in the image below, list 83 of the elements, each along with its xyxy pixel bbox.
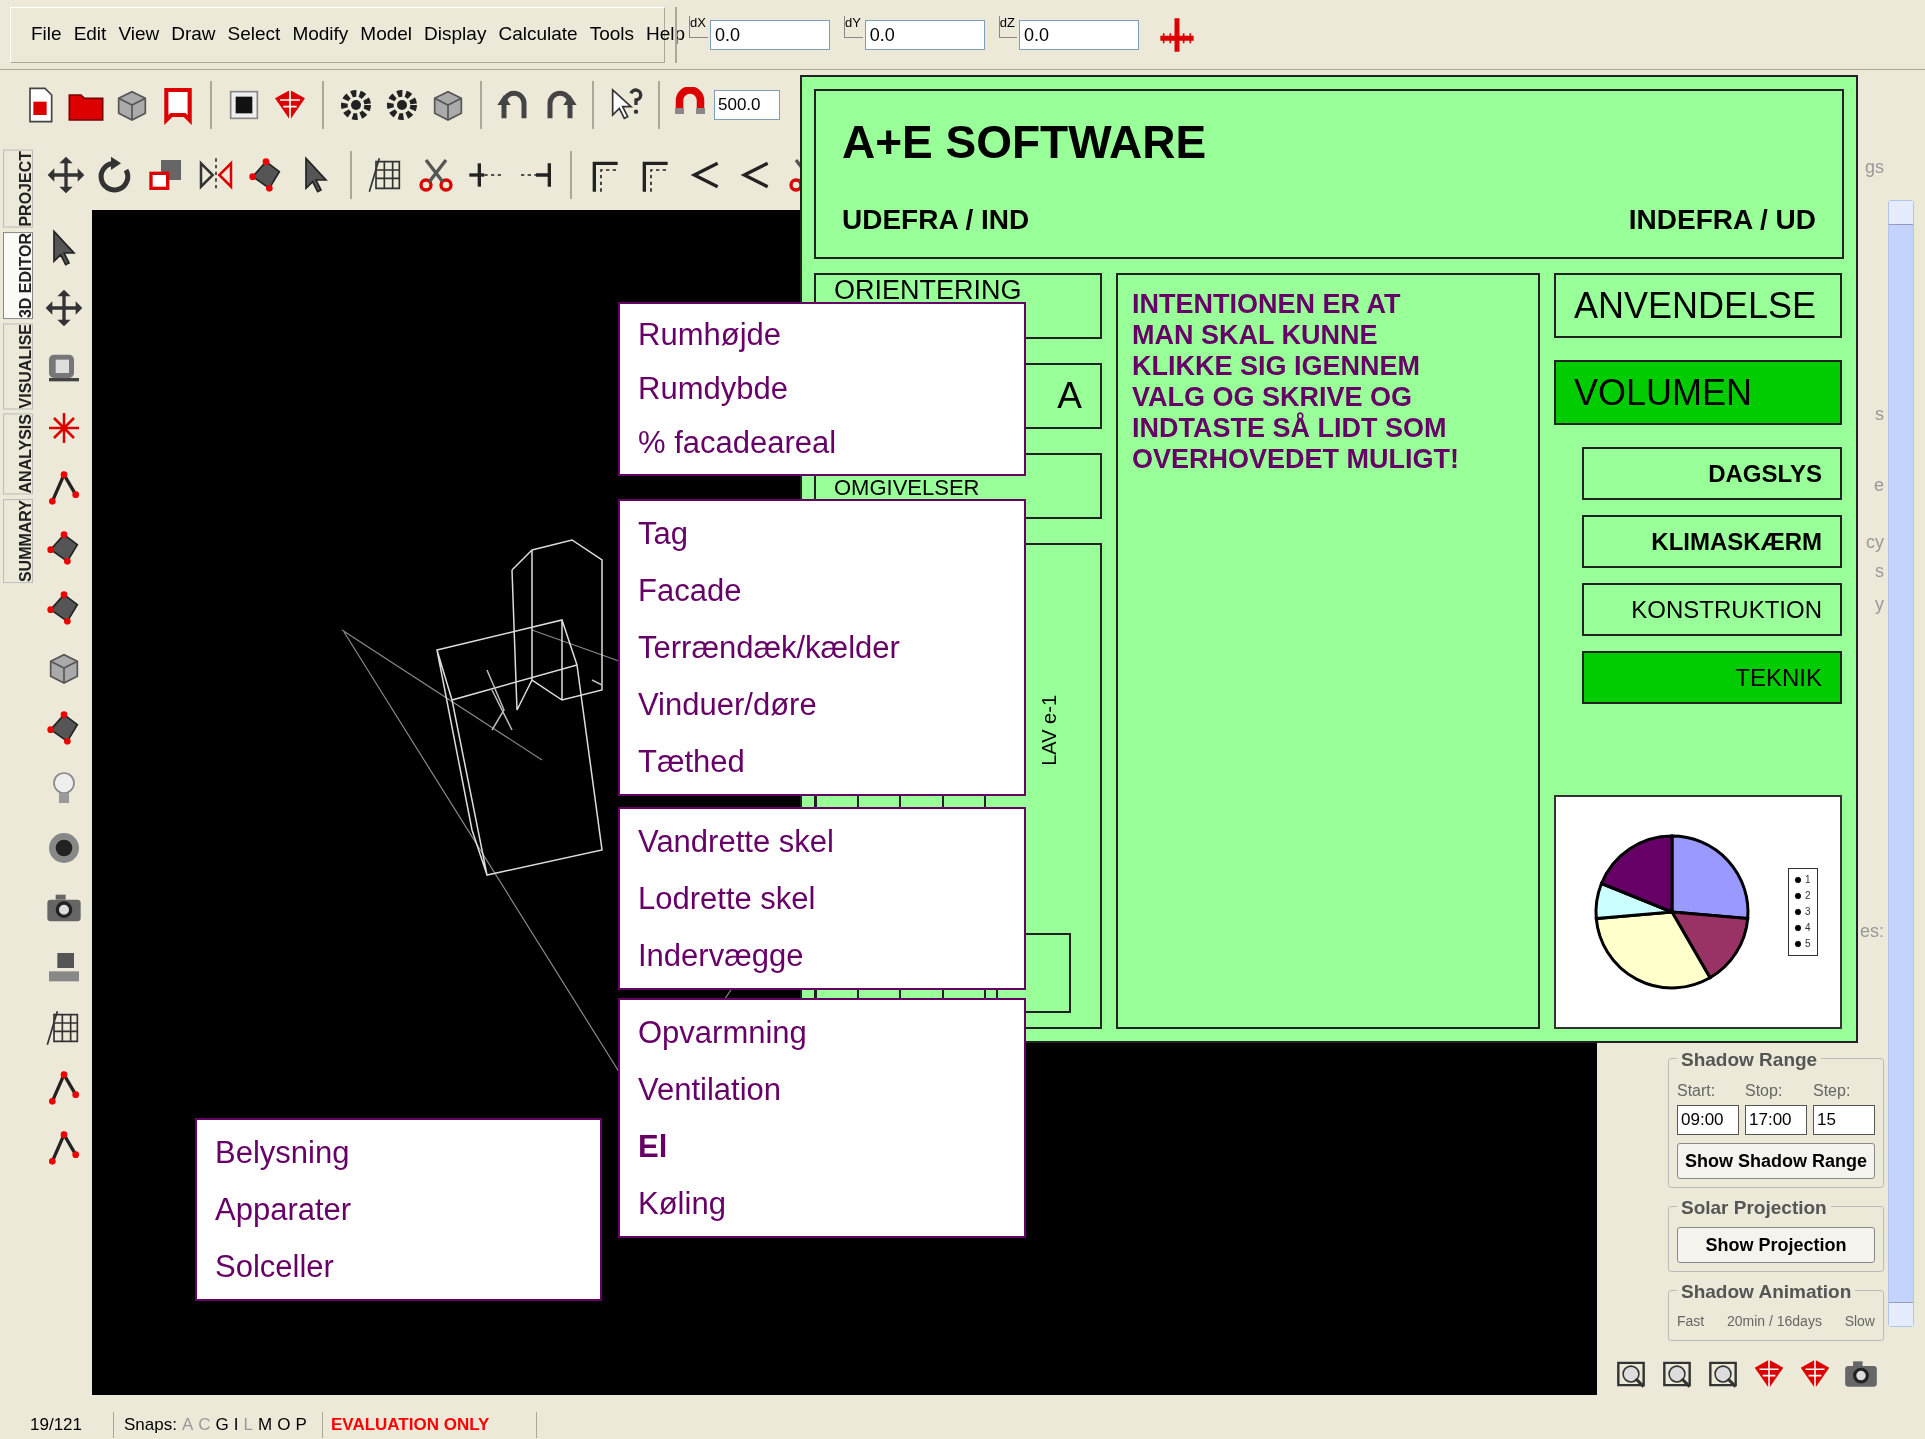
legend-label: 3 [1805, 907, 1811, 917]
snap-toggle[interactable]: I [233, 1411, 239, 1438]
coordinate-field[interactable]: 0.0 [864, 19, 985, 50]
move-icon[interactable] [46, 155, 86, 195]
snap-toggle[interactable]: M [258, 1411, 273, 1438]
menu-item[interactable]: File [31, 20, 62, 49]
distance-field[interactable]: 500.0 [714, 90, 780, 120]
side-tab[interactable]: 3D EDITOR [3, 231, 33, 319]
message-text: INTENTIONEN ER AT MAN SKAL KUNNE KLIKKE SIG IGENNEM VALG OG SKRIVE OG INDTASTE SÅ LIDT SOM OVERHOVEDET MULIGT! [1132, 289, 1460, 475]
slider-label: Slow [1844, 1312, 1875, 1331]
snap-toggle[interactable]: P [295, 1411, 307, 1438]
section-heading: UDEFRA / IND [842, 203, 1030, 237]
legend-label: 2 [1805, 891, 1811, 901]
menu-item[interactable]: Select [227, 20, 281, 49]
time-field[interactable]: 09:00 [1677, 1105, 1739, 1135]
vertical-label: LAV e-1 [1037, 695, 1061, 766]
menu-option[interactable]: Facade [620, 562, 1024, 619]
field-label: Start: [1677, 1081, 1717, 1101]
menu-item[interactable]: Modify [292, 20, 349, 49]
category-button[interactable]: VOLUMEN [1554, 360, 1842, 425]
app-title: A+E SOFTWARE [842, 119, 1208, 165]
menu-option[interactable]: Køling [620, 1175, 1024, 1232]
menu-option[interactable]: El [620, 1118, 1024, 1175]
option-button[interactable]: KONSTRUKTION [1582, 583, 1842, 636]
time-field[interactable]: 15 [1813, 1105, 1875, 1135]
legend-label: 1 [1805, 875, 1811, 885]
show-projection-button[interactable]: Show Projection [1677, 1227, 1875, 1263]
show-shadow-range-button[interactable]: Show Shadow Range [1677, 1143, 1875, 1179]
partial-label: cy [1866, 531, 1884, 554]
menu-option[interactable]: Lodrette skel [620, 870, 1024, 927]
menu-item[interactable]: Edit [73, 20, 107, 49]
slider-label: Fast [1677, 1312, 1705, 1331]
category-button[interactable]: ANVENDELSE [1554, 273, 1842, 338]
partial-label: s [1875, 560, 1884, 583]
partial-label: es: [1860, 920, 1884, 943]
snap-toggle[interactable]: G [215, 1411, 229, 1438]
option-button[interactable]: TEKNIK [1582, 651, 1842, 704]
snap-toggle[interactable]: O [277, 1411, 291, 1438]
menu-option[interactable]: Rumdybde [620, 362, 1024, 416]
field-label: Stop: [1745, 1081, 1784, 1101]
partial-label: e [1874, 474, 1884, 497]
coordinate-field[interactable]: 0.0 [1019, 19, 1139, 50]
menu-option[interactable]: Indervægge [620, 927, 1024, 984]
side-tab[interactable]: VISUALISE [3, 322, 33, 410]
menu-item[interactable]: Model [360, 20, 413, 49]
field-label: dX [689, 15, 708, 38]
side-tab[interactable]: PROJECT [3, 150, 33, 228]
menu-option[interactable]: Opvarmning [620, 1004, 1024, 1061]
menu-item[interactable]: Tools [589, 20, 634, 49]
coordinate-field[interactable]: 0.0 [709, 19, 830, 50]
field-label: Step: [1813, 1081, 1852, 1101]
side-tab[interactable]: ANALYSIS [3, 413, 33, 495]
option-button[interactable]: DAGSLYS [1582, 447, 1842, 500]
status-position: 19/121 [16, 1411, 114, 1438]
option-button[interactable]: KLIMASKÆRM [1582, 515, 1842, 568]
scrollbar[interactable] [1888, 200, 1914, 1327]
menu-item[interactable]: View [118, 20, 160, 49]
time-field[interactable]: 17:00 [1745, 1105, 1807, 1135]
menu-item[interactable]: Calculate [498, 20, 578, 49]
menu-option[interactable]: Vandrette skel [620, 813, 1024, 870]
slider-label: 20min / 16days [1726, 1312, 1822, 1331]
menu-item[interactable]: Display [424, 20, 487, 49]
snaps-label: Snaps: [124, 1413, 177, 1436]
field-label: dY [843, 15, 863, 38]
menu-item[interactable]: Draw [171, 20, 216, 49]
move-icon[interactable] [44, 288, 84, 328]
legend-label: 4 [1805, 923, 1811, 933]
field-label: dZ [998, 15, 1017, 38]
section-heading: INDEFRA / UD [1628, 203, 1816, 237]
partial-label: s [1875, 403, 1884, 426]
partial-label: y [1875, 593, 1884, 616]
menu-option[interactable]: Vinduer/døre [620, 676, 1024, 733]
menu-option[interactable]: Apparater [197, 1181, 600, 1238]
evaluation-notice: EVALUATION ONLY [327, 1411, 537, 1438]
legend-label: 5 [1805, 939, 1811, 949]
menu-option[interactable]: Belysning [197, 1124, 600, 1181]
side-tab[interactable]: SUMMARY [3, 498, 33, 583]
menu-option[interactable]: Rumhøjde [620, 308, 1024, 362]
menu-option[interactable]: Terrændæk/kælder [620, 619, 1024, 676]
menu-option[interactable]: Ventilation [620, 1061, 1024, 1118]
partial-label: gs [1865, 156, 1884, 179]
menu-option[interactable]: Tæthed [620, 733, 1024, 790]
menu-option[interactable]: Solceller [197, 1238, 600, 1295]
